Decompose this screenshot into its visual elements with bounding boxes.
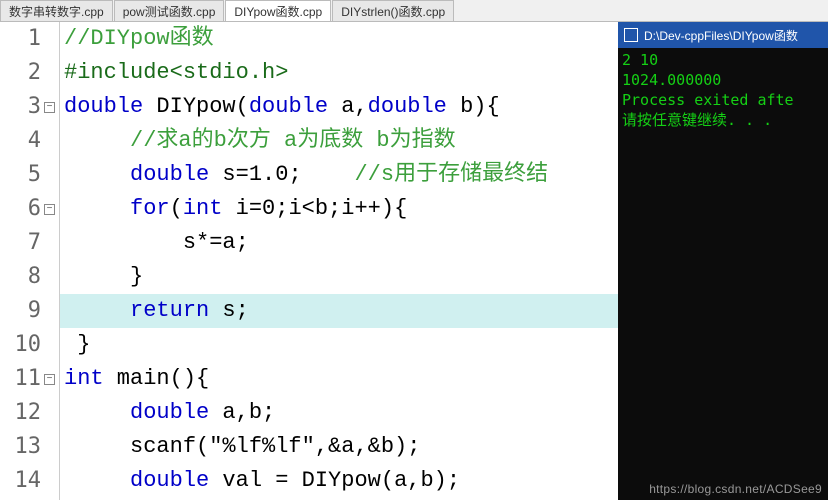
console-line: 2 10 [622,50,824,70]
line-number: 2 [0,56,55,90]
console-line: Process exited afte [622,90,824,110]
code-line[interactable]: return s; [60,294,618,328]
console-title-text: D:\Dev-cppFiles\DIYpow函数 [644,27,798,44]
console-line: 1024.000000 [622,70,824,90]
line-number: 3− [0,90,55,124]
code-editor[interactable]: 123−456−7891011−121314 //DIYpow函数#includ… [0,22,618,500]
line-gutter: 123−456−7891011−121314 [0,22,60,500]
line-number: 8 [0,260,55,294]
tab[interactable]: DIYpow函数.cpp [225,0,331,21]
code-line[interactable]: scanf("%lf%lf",&a,&b); [60,430,618,464]
line-number: 1 [0,22,55,56]
tab[interactable]: pow测试函数.cpp [114,0,225,21]
console-icon [624,28,638,42]
console-output[interactable]: 2 101024.000000Process exited afte请按任意键继… [618,48,828,132]
code-line[interactable]: } [60,260,618,294]
line-number: 13 [0,430,55,464]
code-line[interactable]: for(int i=0;i<b;i++){ [60,192,618,226]
code-line[interactable]: } [60,328,618,362]
line-number: 9 [0,294,55,328]
line-number: 6− [0,192,55,226]
line-number: 11− [0,362,55,396]
console-line: 请按任意键继续. . . [622,110,824,130]
code-line[interactable]: double s=1.0; //s用于存储最终结 [60,158,618,192]
fold-icon[interactable]: − [44,374,55,385]
code-line[interactable]: #include<stdio.h> [60,56,618,90]
code-line[interactable]: int main(){ [60,362,618,396]
tab[interactable]: 数字串转数字.cpp [0,0,113,21]
tab-bar: 数字串转数字.cpppow测试函数.cppDIYpow函数.cppDIYstrl… [0,0,828,22]
code-line[interactable]: //求a的b次方 a为底数 b为指数 [60,124,618,158]
console-titlebar[interactable]: D:\Dev-cppFiles\DIYpow函数 [618,22,828,48]
console-panel: D:\Dev-cppFiles\DIYpow函数 2 101024.000000… [618,22,828,500]
code-line[interactable]: s*=a; [60,226,618,260]
main-area: 123−456−7891011−121314 //DIYpow函数#includ… [0,22,828,500]
fold-icon[interactable]: − [44,204,55,215]
line-number: 10 [0,328,55,362]
code-body[interactable]: //DIYpow函数#include<stdio.h>double DIYpow… [60,22,618,500]
watermark: https://blog.csdn.net/ACDSee9 [649,482,822,496]
code-line[interactable]: double DIYpow(double a,double b){ [60,90,618,124]
code-line[interactable]: double a,b; [60,396,618,430]
line-number: 4 [0,124,55,158]
line-number: 12 [0,396,55,430]
code-line[interactable]: double val = DIYpow(a,b); [60,464,618,498]
line-number: 5 [0,158,55,192]
tab[interactable]: DIYstrlen()函数.cpp [332,0,454,21]
code-line[interactable]: //DIYpow函数 [60,22,618,56]
fold-icon[interactable]: − [44,102,55,113]
line-number: 14 [0,464,55,498]
line-number: 7 [0,226,55,260]
